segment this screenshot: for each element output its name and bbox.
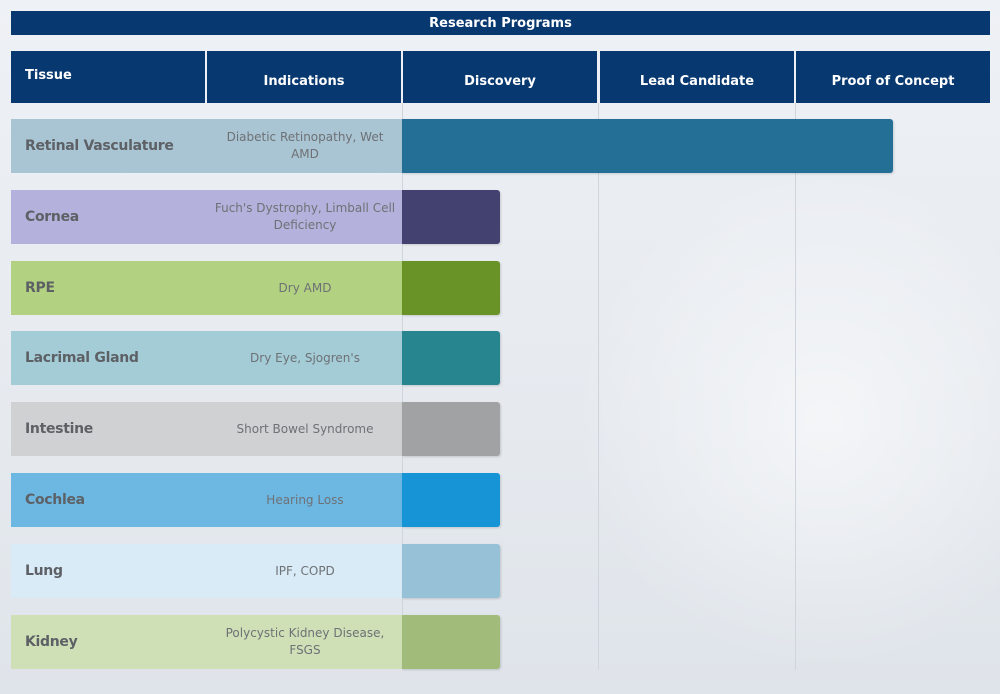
tissue-label: Kidney	[25, 634, 78, 650]
column-header-discovery: Discovery	[403, 51, 597, 103]
tissue-label: Retinal Vasculature	[25, 138, 174, 154]
row-label-rpe: RPE Dry AMD	[11, 261, 403, 315]
row-label-lung: Lung IPF, COPD	[11, 544, 403, 598]
tissue-label: Lung	[25, 563, 63, 579]
tissue-label: Intestine	[25, 421, 93, 437]
indication-label: Fuch's Dystrophy, Limball Cell Deficienc…	[214, 201, 396, 232]
grid-line-lead-candidate	[598, 103, 599, 670]
progress-bar-lacrimal-gland	[402, 331, 500, 385]
progress-bar-cochlea	[402, 473, 500, 527]
indication-label: Dry Eye, Sjogren's	[250, 350, 360, 365]
background-glow	[560, 180, 1000, 660]
progress-bar-retinal-vasculature	[402, 119, 893, 173]
tissue-label: RPE	[25, 280, 55, 296]
progress-bar-intestine	[402, 402, 500, 456]
column-header-indications: Indications	[207, 51, 401, 103]
column-header-proof-of-concept: Proof of Concept	[796, 51, 990, 103]
tissue-label: Cornea	[25, 209, 79, 225]
chart-title: Research Programs	[11, 11, 990, 35]
progress-bar-lung	[402, 544, 500, 598]
indication-label: IPF, COPD	[275, 563, 335, 578]
row-label-cochlea: Cochlea Hearing Loss	[11, 473, 403, 527]
progress-bar-cornea	[402, 190, 500, 244]
indication-label: Polycystic Kidney Disease, FSGS	[225, 626, 385, 657]
table-header: Tissue Indications Discovery Lead Candid…	[11, 51, 990, 103]
indication-label: Dry AMD	[278, 280, 332, 295]
column-header-tissue: Tissue	[11, 51, 205, 103]
row-label-kidney: Kidney Polycystic Kidney Disease, FSGS	[11, 615, 403, 669]
grid-line-proof-of-concept	[795, 103, 796, 670]
column-header-lead-candidate: Lead Candidate	[600, 51, 794, 103]
progress-bar-kidney	[402, 615, 500, 669]
progress-bar-rpe	[402, 261, 500, 315]
row-label-lacrimal-gland: Lacrimal Gland Dry Eye, Sjogren's	[11, 331, 403, 385]
row-label-intestine: Intestine Short Bowel Syndrome	[11, 402, 403, 456]
indication-label: Short Bowel Syndrome	[236, 421, 374, 436]
indication-label: Hearing Loss	[266, 492, 344, 507]
tissue-label: Cochlea	[25, 492, 85, 508]
row-label-cornea: Cornea Fuch's Dystrophy, Limball Cell Def…	[11, 190, 403, 244]
tissue-label: Lacrimal Gland	[25, 350, 139, 366]
indication-label: Diabetic Retinopathy, Wet AMD	[226, 130, 384, 161]
row-label-retinal-vasculature: Retinal Vasculature Diabetic Retinopathy,…	[11, 119, 403, 173]
